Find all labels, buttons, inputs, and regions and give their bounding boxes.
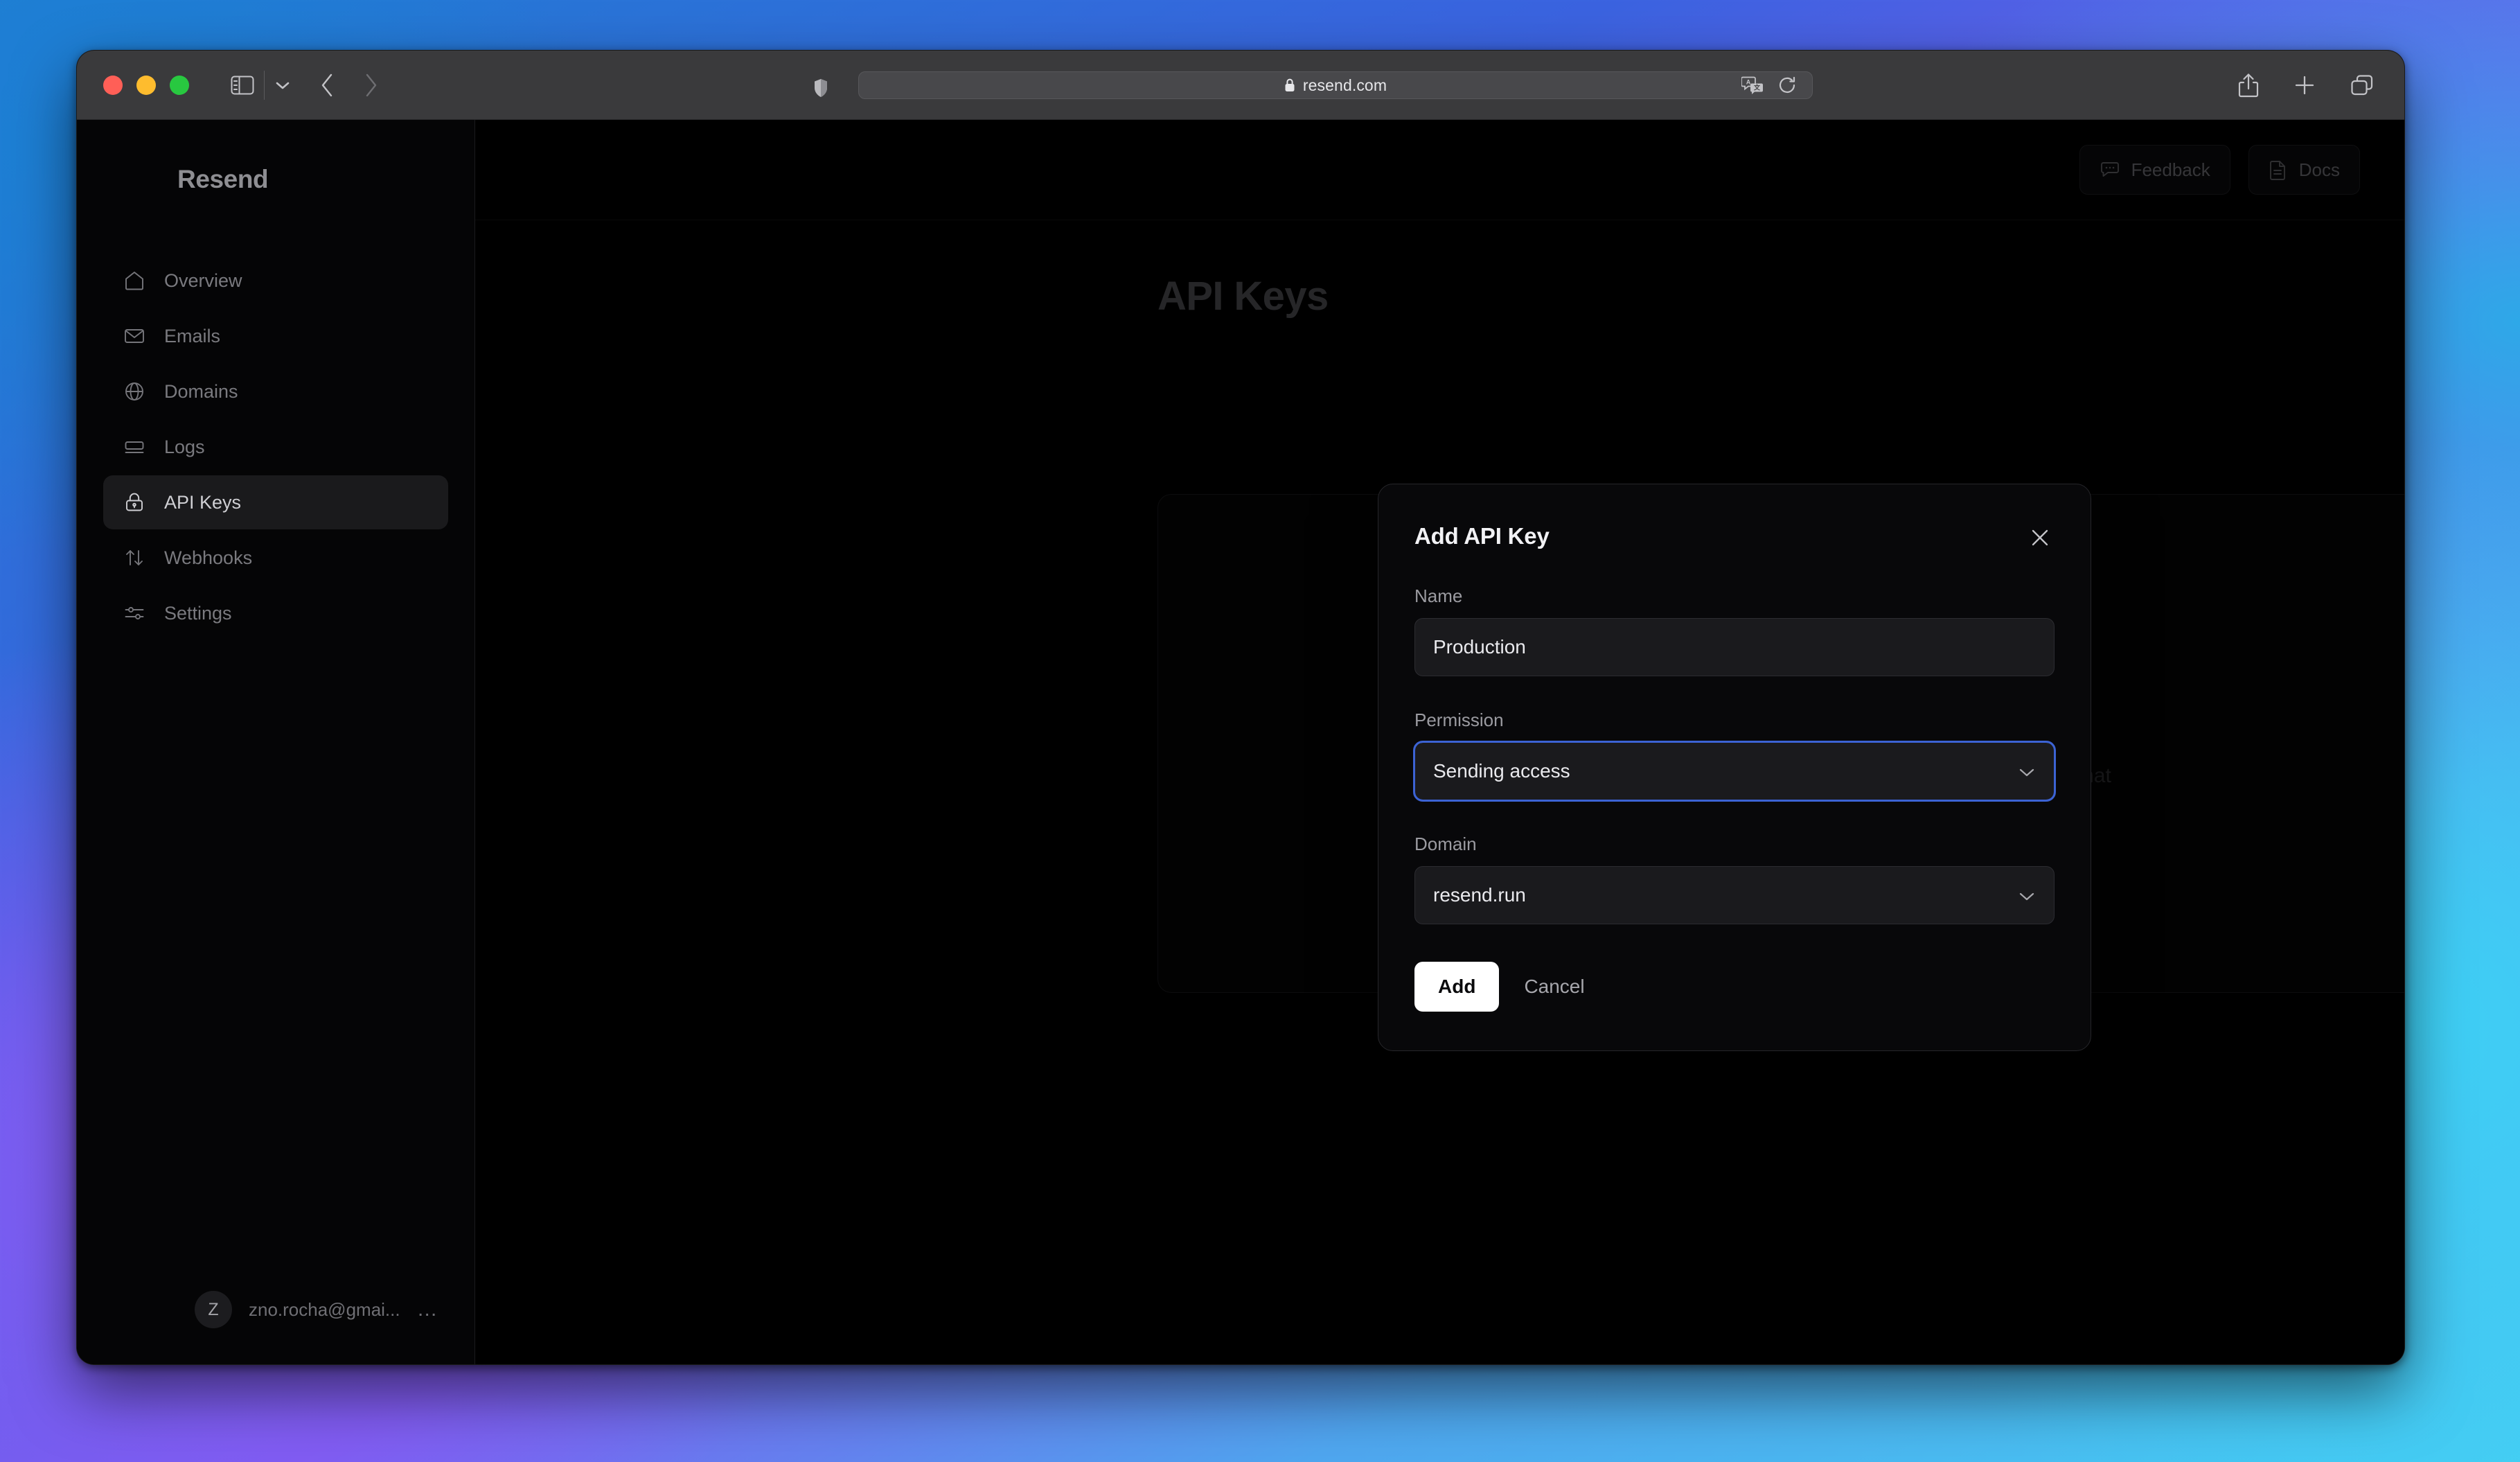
domain-field-group: Domain resend.run	[1414, 834, 2055, 924]
svg-text:文: 文	[1753, 84, 1761, 91]
sidebar-item-label: Emails	[164, 325, 221, 346]
sidebar-item-label: Webhooks	[164, 547, 253, 568]
url-bar-actions: A 文	[1741, 72, 1797, 98]
chevron-left-icon[interactable]	[320, 73, 335, 98]
share-icon[interactable]	[2238, 73, 2259, 98]
permission-field-group: Permission Sending access	[1413, 710, 2056, 802]
user-email: zno.rocha@gmai...	[249, 1298, 400, 1320]
permission-select-value: Sending access	[1433, 760, 1570, 782]
globe-icon	[123, 380, 146, 403]
reload-icon[interactable]	[1777, 76, 1797, 95]
logs-icon	[123, 435, 146, 459]
sidebar-user-row[interactable]: Z zno.rocha@gmai... …	[77, 1291, 474, 1364]
window-traffic-lights	[103, 75, 189, 95]
lock-icon	[123, 491, 146, 514]
plus-icon[interactable]	[2293, 74, 2316, 96]
sidebar-item-label: Domains	[164, 380, 238, 402]
domain-select[interactable]: resend.run	[1414, 866, 2055, 924]
home-icon	[123, 269, 146, 292]
add-button[interactable]: Add	[1414, 962, 1500, 1012]
sidebar-item-label: Settings	[164, 602, 232, 624]
sidebar-item-domains[interactable]: Domains	[103, 364, 448, 419]
shield-icon[interactable]	[813, 78, 828, 101]
sliders-icon	[123, 601, 146, 625]
sidebar-nav: Overview Emails Domains Logs API Keys We…	[77, 254, 474, 640]
sidebar-item-settings[interactable]: Settings	[103, 586, 448, 640]
domain-label: Domain	[1414, 834, 1477, 854]
lock-icon	[1284, 78, 1295, 92]
browser-window: resend.com A 文 Resend Overview Emails Do…	[76, 50, 2405, 1365]
permission-select[interactable]: Sending access	[1413, 741, 2056, 802]
chevron-down-icon	[2018, 884, 2036, 906]
close-window-button[interactable]	[103, 75, 123, 95]
sidebar: Resend Overview Emails Domains Logs API …	[77, 120, 475, 1364]
avatar: Z	[195, 1291, 232, 1328]
titlebar-divider	[264, 70, 265, 100]
sidebar-toggle-icon[interactable]	[231, 75, 254, 96]
minimize-window-button[interactable]	[136, 75, 156, 95]
sidebar-item-emails[interactable]: Emails	[103, 309, 448, 363]
sidebar-item-overview[interactable]: Overview	[103, 254, 448, 308]
chevron-down-icon	[2018, 760, 2036, 782]
close-icon[interactable]	[2025, 523, 2055, 552]
url-display: resend.com	[1284, 76, 1387, 95]
url-bar[interactable]: resend.com A 文	[858, 71, 1813, 99]
name-label: Name	[1414, 585, 1463, 606]
add-api-key-dialog: Add API Key Name Production Permission S…	[1378, 484, 2091, 1051]
sidebar-item-label: API Keys	[164, 491, 242, 513]
sidebar-item-api-keys[interactable]: API Keys	[103, 475, 448, 529]
sidebar-item-label: Overview	[164, 270, 242, 291]
app-shell: Resend Overview Emails Domains Logs API …	[77, 120, 2404, 1364]
envelope-icon	[123, 324, 146, 348]
dialog-header: Add API Key	[1414, 523, 2055, 552]
name-input[interactable]: Production	[1414, 618, 2055, 676]
sidebar-item-logs[interactable]: Logs	[103, 420, 448, 474]
dialog-title: Add API Key	[1414, 523, 1550, 549]
tab-overview-icon[interactable]	[2350, 74, 2374, 96]
name-input-value: Production	[1433, 636, 1526, 658]
sidebar-item-label: Logs	[164, 436, 205, 457]
name-field-group: Name Production	[1414, 585, 2055, 676]
url-text: resend.com	[1302, 76, 1387, 94]
chevron-right-icon[interactable]	[363, 73, 378, 98]
user-more-button[interactable]: …	[417, 1299, 439, 1320]
brand-logo[interactable]: Resend	[177, 165, 474, 194]
sidebar-item-webhooks[interactable]: Webhooks	[103, 531, 448, 585]
permission-label: Permission	[1414, 710, 1504, 730]
domain-select-value: resend.run	[1433, 884, 1526, 906]
cancel-button[interactable]: Cancel	[1524, 976, 1584, 998]
browser-titlebar: resend.com A 文	[77, 51, 2404, 120]
svg-text:A: A	[1746, 79, 1751, 86]
chevron-down-icon[interactable]	[274, 80, 291, 91]
main-content: Feedback Docs API Keys No API keys yet	[475, 120, 2404, 1364]
titlebar-actions	[2238, 51, 2374, 119]
arrows-updown-icon	[123, 546, 146, 570]
zoom-window-button[interactable]	[170, 75, 189, 95]
translate-icon[interactable]: A 文	[1741, 75, 1765, 96]
dialog-actions: Add Cancel	[1414, 962, 2055, 1012]
